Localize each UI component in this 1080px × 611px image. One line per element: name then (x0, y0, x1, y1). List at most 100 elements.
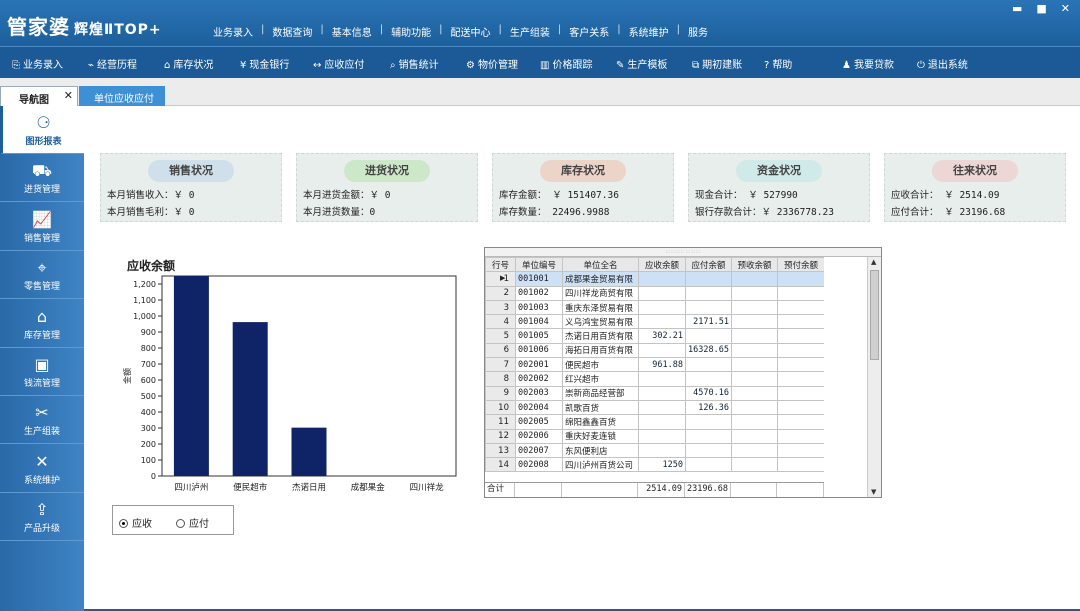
table-row[interactable]: 13 002007 东风便利店 (485, 442, 825, 459)
grid-cell[interactable] (777, 399, 825, 416)
grid-cell[interactable] (638, 299, 686, 316)
table-row[interactable]: 10 002004 凯歌百货 126.36 (485, 399, 825, 416)
grid-cell[interactable]: 002007 (515, 442, 563, 459)
scroll-down-icon[interactable]: ▼ (871, 488, 876, 496)
top-menu-item-0[interactable]: 业务录入 (205, 24, 261, 39)
sidebar-item-3[interactable]: ⌖ 零售管理 (0, 251, 84, 300)
sidebar-item-8[interactable]: ⇪ 产品升级 (0, 493, 84, 542)
grid-cell[interactable]: 东风便利店 (562, 442, 639, 459)
grid-cell[interactable]: 001004 (515, 314, 563, 330)
grid-cell[interactable] (638, 271, 686, 287)
table-row[interactable]: 3 001003 重庆东泽贸易有限 (485, 299, 825, 316)
grid-cell[interactable]: 002004 (515, 399, 563, 416)
table-row[interactable]: 4 001004 义乌鸿宝贸易有限 2171.51 (485, 314, 825, 330)
sidebar-item-2[interactable]: 📈 销售管理 (0, 203, 84, 251)
grid-cell[interactable] (777, 414, 825, 430)
grid-cell[interactable] (777, 385, 825, 401)
grid-cell[interactable] (685, 299, 732, 316)
grid-cell[interactable] (685, 457, 732, 473)
grid-column-header[interactable]: 单位编号 (515, 256, 563, 273)
grid-cell[interactable] (685, 271, 732, 287)
grid-cell[interactable]: 8 (485, 371, 516, 387)
grid-cell[interactable] (685, 371, 732, 387)
table-row[interactable]: 9 002003 崇新商品经营部 4570.16 (485, 385, 825, 401)
table-row[interactable]: 8 002002 红兴超市 (485, 371, 825, 387)
grid-cell[interactable] (638, 442, 686, 459)
table-row[interactable]: 6 001006 海拓日用百货有限 16328.65 (485, 342, 825, 359)
grid-cell[interactable]: 3 (485, 299, 516, 316)
radio-receivable[interactable]: 应收 (119, 515, 152, 530)
grid-cell[interactable]: 13 (485, 442, 516, 459)
grid-cell[interactable]: 126.36 (685, 399, 732, 416)
grid-cell[interactable] (731, 285, 778, 301)
grid-cell[interactable]: 4 (485, 314, 516, 330)
sidebar-item-1[interactable]: ⛟ 进货管理 (0, 154, 84, 203)
grid-cell[interactable]: 12 (485, 428, 516, 444)
grid-cell[interactable]: 961.88 (638, 357, 686, 373)
grid-cell[interactable] (638, 371, 686, 387)
grid-cell[interactable] (685, 428, 732, 444)
grid-cell[interactable]: 4570.16 (685, 385, 732, 401)
grid-cell[interactable]: 成都果金贸易有限 (562, 271, 639, 287)
grid-cell[interactable]: 002001 (515, 357, 563, 373)
grid-cell[interactable]: 绵阳鑫鑫百货 (562, 414, 639, 430)
grid-cell[interactable]: 红兴超市 (562, 371, 639, 387)
grid-cell[interactable]: 302.21 (638, 328, 686, 344)
grid-cell[interactable] (685, 328, 732, 344)
grid-cell[interactable] (777, 442, 825, 459)
top-menu-item-2[interactable]: 基本信息 (324, 24, 380, 39)
toolbar-button-2[interactable]: ⌂ 库存状况 (164, 56, 213, 71)
scroll-thumb[interactable] (870, 270, 879, 360)
toolbar-button-11[interactable]: ♟ 我要贷款 (842, 56, 894, 71)
grid-cell[interactable]: 海拓日用百货有限 (562, 342, 639, 359)
sidebar-item-7[interactable]: ✕ 系统维护 (0, 445, 84, 493)
top-menu-item-8[interactable]: 服务 (680, 24, 716, 39)
grid-cell[interactable] (777, 428, 825, 444)
grid-cell[interactable] (777, 299, 825, 316)
table-row[interactable]: 5 001005 杰诺日用百货有限 302.21 (485, 328, 825, 344)
grid-column-header[interactable]: 行号 (485, 256, 516, 273)
toolbar-button-4[interactable]: ↔ 应收应付 (313, 56, 364, 71)
minimize-button[interactable]: ▬ (1012, 2, 1022, 15)
toolbar-button-5[interactable]: ⌕ 销售统计 (390, 56, 439, 71)
maximize-button[interactable]: ■ (1036, 2, 1046, 15)
grid-cell[interactable]: 001003 (515, 299, 563, 316)
table-row[interactable]: 11 002005 绵阳鑫鑫百货 (485, 414, 825, 430)
grid-cell[interactable] (685, 285, 732, 301)
grid-cell[interactable] (638, 342, 686, 359)
grid-cell[interactable] (685, 414, 732, 430)
toolbar-button-3[interactable]: ¥ 现金银行 (240, 56, 289, 71)
grid-cell[interactable]: 001002 (515, 285, 563, 301)
sidebar-item-4[interactable]: ⌂ 库存管理 (0, 300, 84, 348)
grid-cell[interactable] (777, 285, 825, 301)
grid-cell[interactable] (731, 414, 778, 430)
table-row[interactable]: 2 001002 四川祥龙商贸有限 (485, 285, 825, 301)
grid-cell[interactable]: ▶ 1 (485, 271, 516, 287)
grid-cell[interactable]: 10 (485, 399, 516, 416)
scroll-up-icon[interactable]: ▲ (871, 258, 876, 266)
grid-cell[interactable] (731, 328, 778, 344)
grid-column-header[interactable]: 应收余额 (638, 256, 686, 273)
grid-cell[interactable]: 002006 (515, 428, 563, 444)
grid-cell[interactable] (777, 271, 825, 287)
grid-column-header[interactable]: 预收余额 (731, 256, 778, 273)
top-menu-item-3[interactable]: 辅助功能 (383, 24, 439, 39)
grid-cell[interactable]: 6 (485, 342, 516, 359)
top-menu-item-7[interactable]: 系统维护 (621, 24, 677, 39)
grid-cell[interactable] (731, 385, 778, 401)
table-row[interactable]: 14 002008 四川泸州百货公司 1250 (485, 457, 825, 473)
grid-cell[interactable] (731, 399, 778, 416)
grid-cell[interactable]: 四川祥龙商贸有限 (562, 285, 639, 301)
toolbar-button-6[interactable]: ⚙ 物价管理 (466, 56, 518, 71)
grid-cell[interactable] (638, 285, 686, 301)
tab-receivable-payable[interactable]: 单位应收应付 (79, 86, 165, 106)
grid-cell[interactable] (638, 399, 686, 416)
grid-cell[interactable] (638, 414, 686, 430)
grid-cell[interactable]: 重庆东泽贸易有限 (562, 299, 639, 316)
grid-cell[interactable]: 5 (485, 328, 516, 344)
top-menu-item-4[interactable]: 配送中心 (443, 24, 499, 39)
sidebar-item-5[interactable]: ▣ 钱流管理 (0, 348, 84, 396)
grid-cell[interactable]: 义乌鸿宝贸易有限 (562, 314, 639, 330)
grid-cell[interactable] (777, 457, 825, 473)
top-menu-item-5[interactable]: 生产组装 (502, 24, 558, 39)
